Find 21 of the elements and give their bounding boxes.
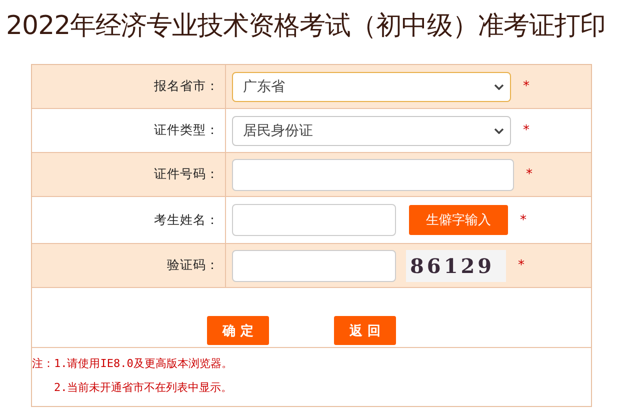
chevron-down-icon: [494, 84, 504, 90]
input-field[interactable]: [232, 158, 514, 190]
required-mark: *: [523, 123, 530, 138]
input-field[interactable]: [232, 250, 396, 282]
required-mark: *: [518, 258, 524, 273]
field-label: 验证码：: [167, 257, 219, 274]
note-text: 2.当前未开通省市不在列表中显示。: [53, 380, 234, 396]
note-text: 注：1.请使用IE8.0及更高版本浏览器。: [32, 356, 234, 372]
dropdown-field[interactable]: 广东省: [232, 72, 511, 102]
captcha-image[interactable]: 86129: [406, 250, 506, 282]
input-field[interactable]: [232, 204, 396, 236]
field-label: 报名省市：: [154, 78, 219, 95]
required-mark: *: [523, 79, 530, 94]
page-title: 2022年经济专业技术资格考试（初中级）准考证打印: [6, 10, 607, 43]
required-mark: *: [520, 212, 526, 228]
chevron-down-icon: [494, 128, 504, 134]
field-label: 证件类型：: [154, 122, 219, 139]
required-mark: *: [526, 167, 532, 182]
dropdown-field[interactable]: 居民身份证: [232, 116, 511, 146]
field-label: 考生姓名：: [154, 212, 219, 228]
field-label: 证件号码：: [154, 166, 219, 183]
